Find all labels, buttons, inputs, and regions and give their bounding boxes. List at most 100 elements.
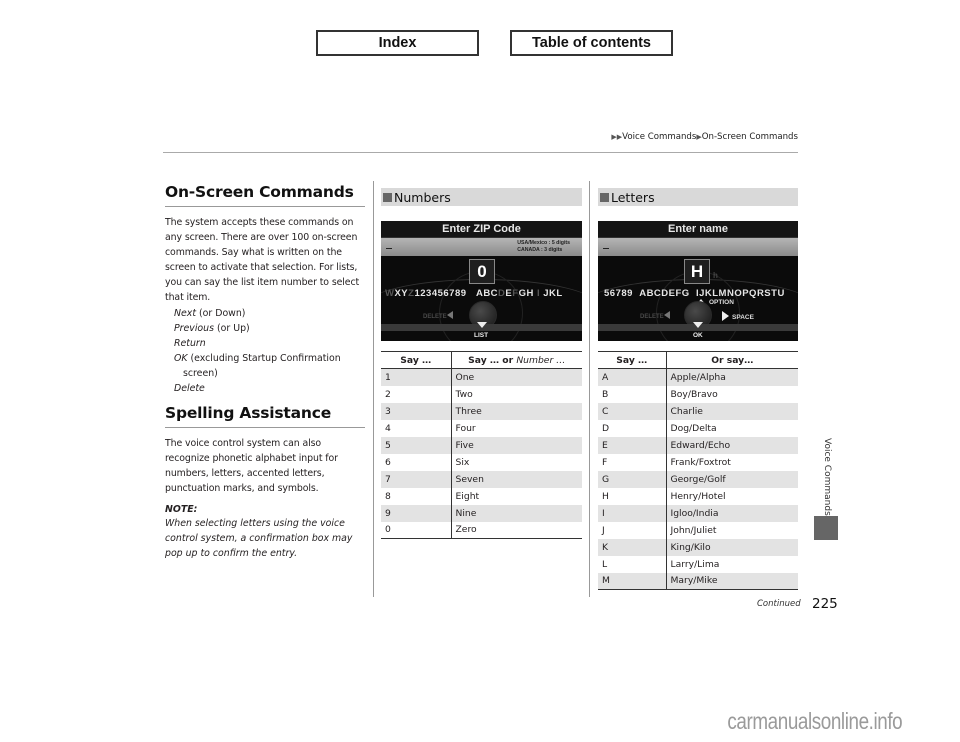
table-row: E Edward/Echo [598,436,798,454]
breadcrumb-item[interactable]: Voice Commands [622,132,696,142]
command-item: Next (or Down) [174,307,246,319]
letters-table: Say … Or say… A Apple/Alpha B Boy/Bravo C Cha… [598,351,798,590]
spelling-paragraph: The voice control system can also recogn… [165,438,338,495]
watermark: carmanualsonline.info [727,708,902,734]
enter-name-screen-image: Enter name H h 56789 ABCDEFG IJKLMNOPQRS… [598,221,798,341]
space-label: SPACE [722,311,754,321]
table-header: Say … Or say… [598,351,798,369]
left-arrow-icon [446,311,453,319]
say-cell: J [598,521,667,539]
command-item: Return [174,337,206,349]
table-row: 5 Five [381,436,582,454]
alternative-cell: Mary/Mike [666,572,798,590]
say-cell: H [598,487,667,505]
alternative-cell: John/Juliet [670,524,717,536]
alternative-cell: Zero [451,521,582,539]
table-row: K King/Kilo [598,538,798,556]
screen-title: Enter name [598,221,798,238]
table-row: G George/Golf [598,470,798,488]
table-row: 7 Seven [381,470,582,488]
screen-title: Enter ZIP Code [381,221,582,238]
column-divider [589,181,590,597]
say-cell: 6 [381,453,452,471]
table-row: H Henry/Hotel [598,487,798,505]
alternative-cell: King/Kilo [666,538,798,556]
table-row: I Igloo/India [598,504,798,522]
delete-label: DELETE [640,311,670,320]
selected-character: 0 [469,259,495,284]
table-row: C Charlie [598,402,798,420]
right-arrow-icon [722,311,729,321]
table-row: 3 Three [381,402,582,420]
continued-label: Continued [757,599,801,609]
character-wheel: WXYZ123456789 ABCDEFGH I JKL [385,288,563,299]
numbers-heading: Numbers [381,188,582,206]
alternative-cell: Two [455,388,473,400]
table-of-contents-button[interactable]: Table of contents [510,30,673,56]
say-cell: 0 [381,521,452,539]
index-button[interactable]: Index [316,30,479,56]
list-label: LIST [474,332,489,339]
column-divider [373,181,374,597]
say-cell: L [598,555,667,573]
ok-label: OK [693,332,703,339]
alternative-cell: Frank/Foxtrot [670,456,731,468]
square-bullet-icon [383,192,392,202]
section-title: On-Screen Commands [165,183,365,207]
letters-heading: Letters [598,188,798,206]
say-cell: A [598,368,667,386]
table-row: 9 Nine [381,504,582,522]
table-row: L Larry/Lima [598,555,798,573]
alternative-cell: Boy/Bravo [670,388,718,400]
alternative-cell: Five [451,436,582,454]
say-cell: I [598,504,667,522]
command-item: Previous (or Up) [174,322,250,334]
alternative-cell: Henry/Hotel [670,490,726,502]
say-cell: M [598,572,667,590]
say-cell: F [598,453,667,471]
alternative-cell: Igloo/India [666,504,798,522]
command-item-wrap: screen) [183,367,218,379]
table-row: 4 Four [381,419,582,437]
alternative-cell: Six [455,456,470,468]
say-cell: E [598,436,667,454]
alternative-cell: Charlie [666,402,798,420]
left-arrow-icon [663,311,670,319]
say-cell: G [598,470,667,488]
table-row: F Frank/Foxtrot [598,453,798,471]
table-header: Say … Say … or Number … [381,351,582,369]
table-row: 6 Six [381,453,582,471]
character-wheel: 56789 ABCDEFG IJKLMNOPQRSTU [604,288,785,299]
delete-label: DELETE [423,311,453,320]
square-bullet-icon [600,192,609,202]
alternative-cell: Larry/Lima [670,558,720,570]
alternative-cell: Three [451,402,582,420]
table-row: M Mary/Mike [598,572,798,590]
alternative-cell: George/Golf [666,470,798,488]
breadcrumb: ▶▶Voice Commands▶On-Screen Commands [611,132,798,142]
numbers-table: Say … Say … or Number … 1 One 2 Two 3 Three 4 F… [381,351,582,539]
say-cell: 5 [381,436,452,454]
say-cell: D [598,419,667,437]
breadcrumb-item[interactable]: On-Screen Commands [702,132,798,142]
down-arrow-icon [477,322,487,328]
table-row: 8 Eight [381,487,582,505]
alternative-cell: Apple/Alpha [666,368,798,386]
header-divider [163,152,798,153]
say-cell: 4 [381,419,452,437]
screen-input-field [598,238,798,256]
table-row: 0 Zero [381,521,582,539]
say-cell: 9 [381,504,452,522]
say-cell: K [598,538,667,556]
note-title: NOTE: [165,503,198,515]
command-item: OK (excluding Startup Confirmation [174,352,341,364]
note-body: When selecting letters using the voice c… [165,517,353,559]
table-row: J John/Juliet [598,521,798,539]
table-row: 1 One [381,368,582,386]
alternative-cell: Nine [451,504,582,522]
breadcrumb-arrow-icon: ▶▶ [611,133,623,141]
down-arrow-icon [693,322,703,328]
screen-input-field: USA/Mexico : 5 digits CANADA : 3 digits [381,238,582,256]
alternative-cell: Eight [455,490,480,502]
side-tab-marker[interactable] [814,516,838,540]
